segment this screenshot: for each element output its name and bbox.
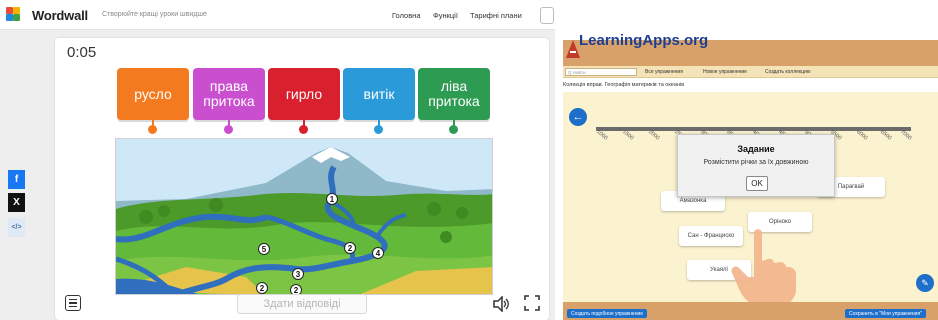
menu-icon[interactable] — [65, 295, 81, 311]
save-to-my-exercises-button[interactable]: Сохранить в "Мои упражнения" — [845, 309, 926, 318]
wordwall-logo[interactable]: Wordwall — [6, 7, 88, 23]
learningapps-toolbar: Q Найти Все упражнения Новое упражнение … — [563, 66, 938, 78]
wordwall-logo-icon — [6, 7, 28, 23]
label-anchor-dot[interactable] — [374, 125, 383, 134]
label-tile-mouth[interactable]: гирло — [268, 68, 340, 120]
map-marker-2-upper: 2 — [344, 242, 356, 254]
river-landscape-illustration — [116, 139, 492, 294]
ok-button[interactable]: OK — [746, 176, 768, 191]
search-input[interactable]: Q Найти — [565, 68, 637, 76]
exercise-stage: ← 1000 1500 2000 2500 3000 3500 4000 450… — [563, 92, 938, 307]
timer: 0:05 — [67, 44, 97, 61]
learningapps-logo-text[interactable]: LearningApps.org — [579, 32, 708, 49]
label-anchor-dot[interactable] — [449, 125, 458, 134]
breadcrumb: Колекція вправ. Географія материків та о… — [563, 82, 685, 88]
map-marker-1: 1 — [326, 193, 338, 205]
task-dialog: Задание Розмістити річки за їх довжиною … — [677, 134, 835, 197]
wordwall-tagline: Створюйте кращі уроки швидше — [102, 11, 207, 18]
activity-card: 0:05 русло права притока гирло витік лів… — [55, 38, 549, 320]
create-similar-button[interactable]: Создать подобное упражнение — [567, 309, 648, 318]
label-tile-left-tributary[interactable]: ліва притока — [418, 68, 490, 120]
fullscreen-icon[interactable] — [523, 294, 541, 312]
label-anchor-dot[interactable] — [148, 125, 157, 134]
all-exercises-link[interactable]: Все упражнения — [645, 69, 683, 75]
nav-menu-button[interactable] — [540, 7, 554, 24]
label-tile-ruslo[interactable]: русло — [117, 68, 189, 120]
map-marker-4: 4 — [372, 247, 384, 259]
submit-answers-button[interactable]: Здати відповіді — [237, 294, 367, 314]
new-exercise-link[interactable]: Новое упражнение — [703, 69, 747, 75]
wordwall-header: Wordwall Створюйте кращі уроки швидше Го… — [0, 0, 555, 30]
label-tile-source[interactable]: витік — [343, 68, 415, 120]
learningapps-panel: LearningApps.org Q Найти Все упражнения … — [555, 0, 938, 320]
map-marker-5: 5 — [258, 243, 270, 255]
label-anchor-dot[interactable] — [299, 125, 308, 134]
pointing-hand-icon — [731, 229, 796, 307]
wordwall-panel: Wordwall Створюйте кращі уроки швидше Го… — [0, 0, 555, 320]
dialog-message: Розмістити річки за їх довжиною — [703, 159, 809, 166]
nav-home-link[interactable]: Головна — [392, 11, 421, 20]
nav-pricing-link[interactable]: Тарифні плани — [470, 11, 522, 20]
embed-icon[interactable]: </> — [8, 218, 25, 237]
map-marker-2-lower: 2 — [256, 282, 268, 294]
back-arrow-icon[interactable]: ← — [569, 108, 587, 126]
edit-fab-icon[interactable]: ✎ — [916, 274, 934, 292]
x-icon[interactable]: X — [8, 193, 25, 212]
speaker-icon[interactable] — [492, 296, 510, 312]
create-collection-link[interactable]: Создать коллекцию — [765, 69, 811, 75]
river-diagram-image: 1 2 3 4 5 2 2 — [115, 138, 493, 295]
label-tile-right-tributary[interactable]: права притока — [193, 68, 265, 120]
label-anchor-dot[interactable] — [224, 125, 233, 134]
facebook-icon[interactable]: f — [8, 170, 25, 189]
nav-features-link[interactable]: Функції — [433, 11, 458, 20]
wordwall-logo-text: Wordwall — [32, 7, 88, 23]
screenshot-root: Wordwall Створюйте кращі уроки швидше Го… — [0, 0, 938, 320]
map-marker-3: 3 — [292, 268, 304, 280]
dialog-title: Задание — [737, 144, 775, 154]
